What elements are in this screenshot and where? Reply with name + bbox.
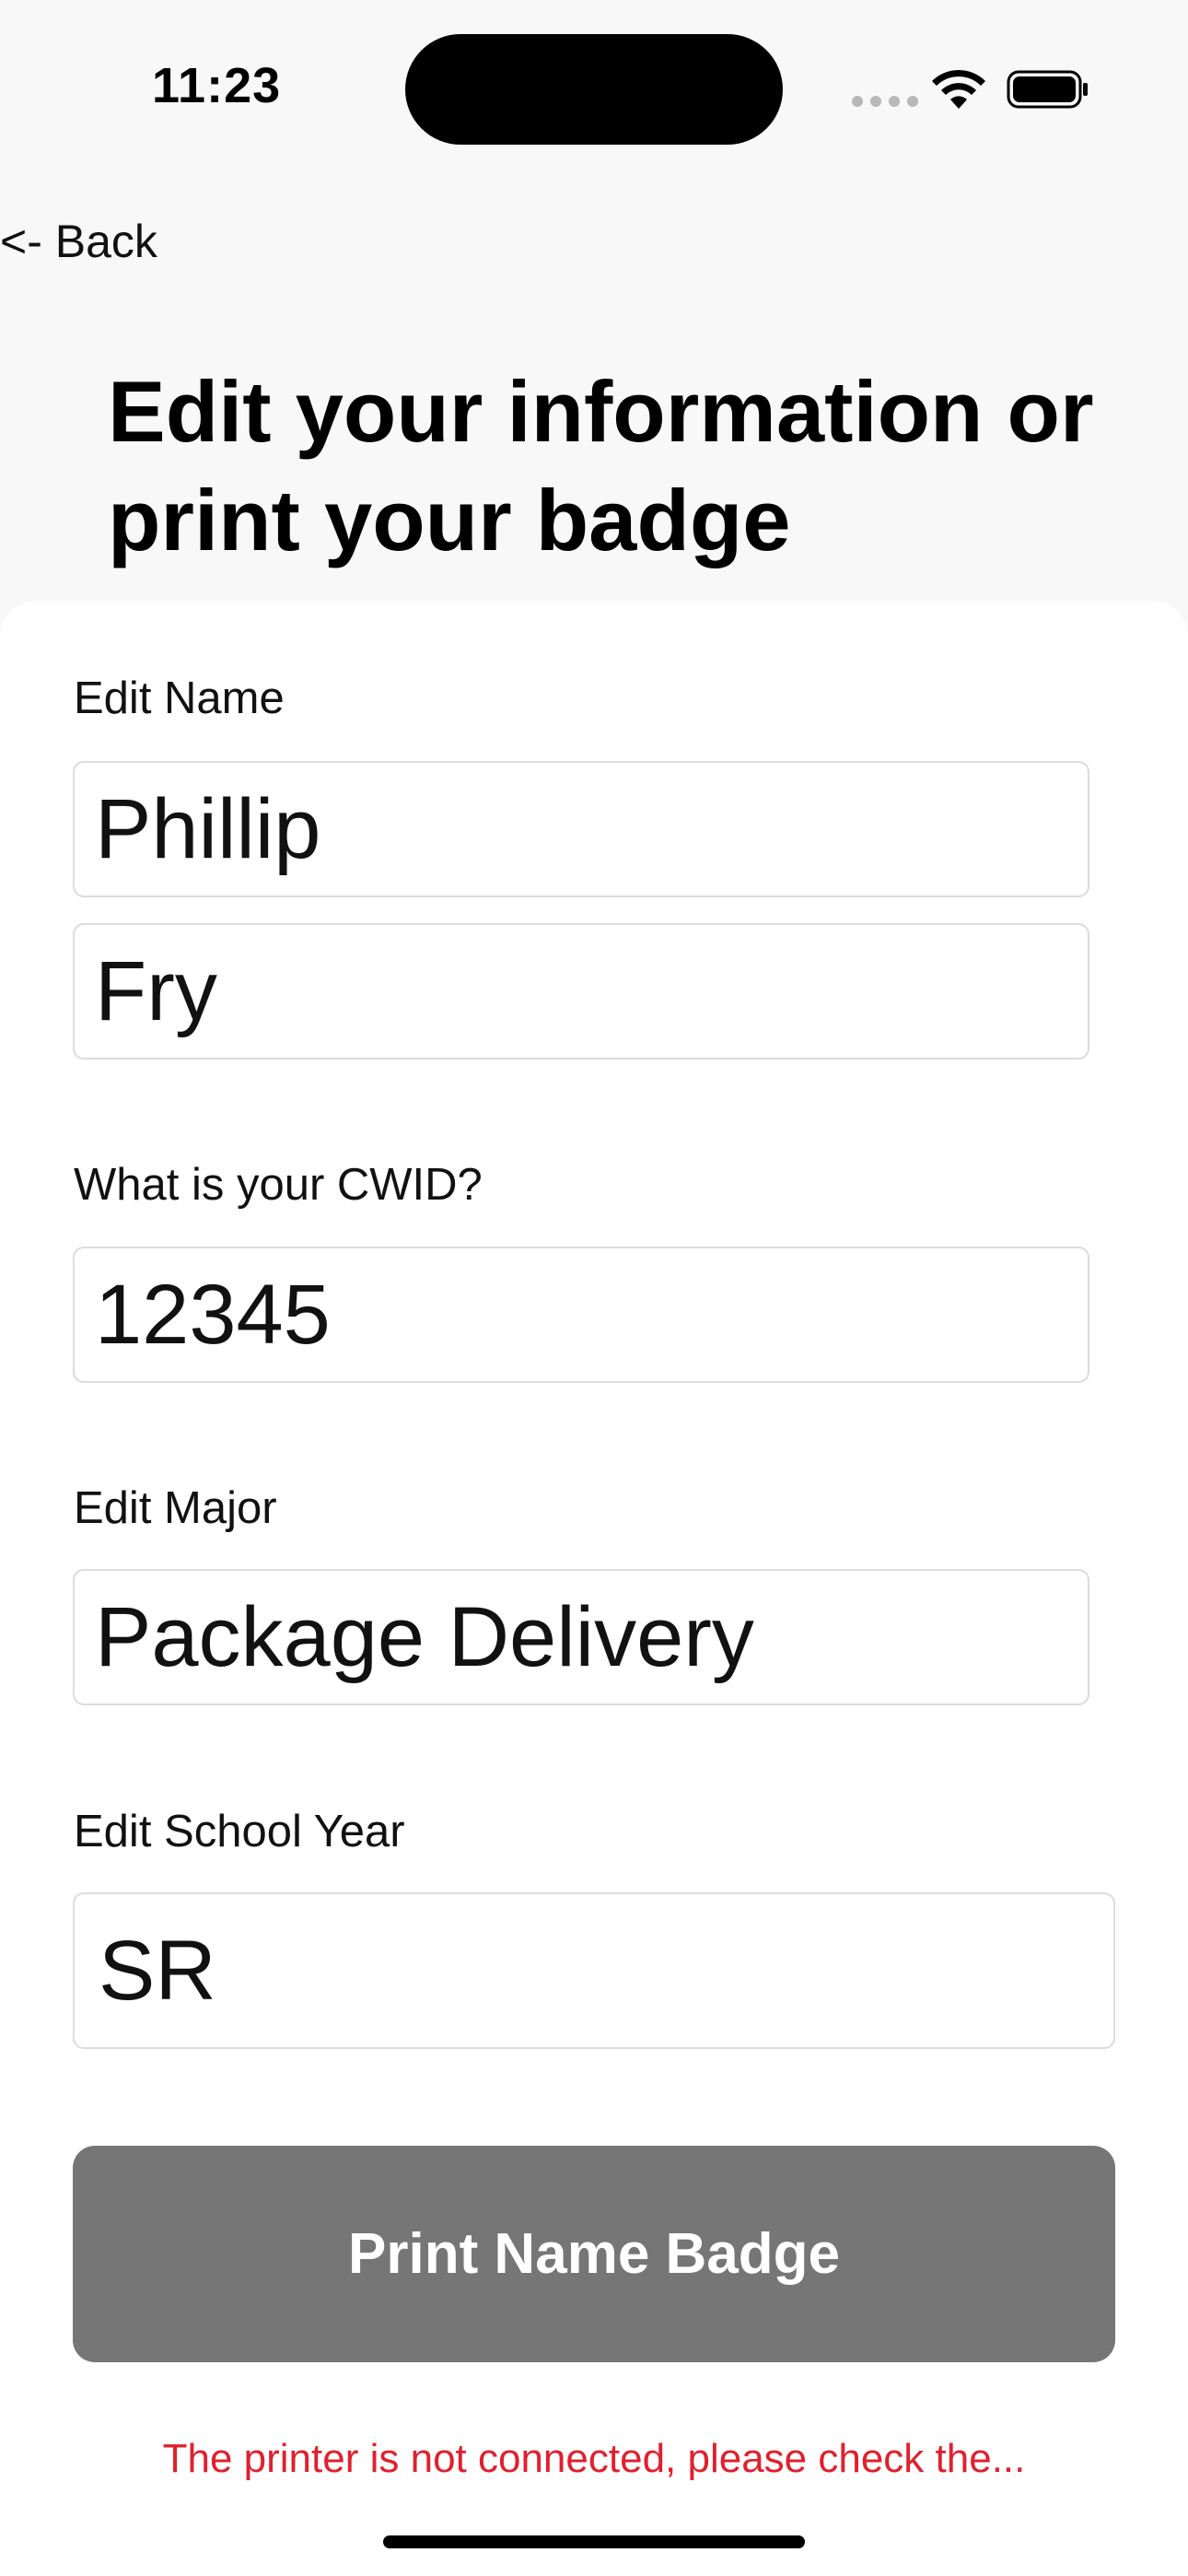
edit-school-year-label: Edit School Year bbox=[74, 1807, 405, 1856]
school-year-field[interactable] bbox=[73, 1892, 1115, 2049]
signal-icon bbox=[852, 96, 918, 107]
cwid-field[interactable] bbox=[73, 1247, 1089, 1383]
major-field[interactable] bbox=[73, 1569, 1089, 1705]
dynamic-island bbox=[405, 34, 783, 145]
wifi-icon bbox=[932, 69, 985, 109]
page-title: Edit your information or print your badg… bbox=[108, 363, 1094, 568]
printer-error-message: The printer is not connected, please che… bbox=[162, 2436, 1026, 2481]
edit-major-label: Edit Major bbox=[74, 1483, 277, 1533]
battery-icon bbox=[1007, 70, 1088, 109]
back-button[interactable]: <- Back bbox=[0, 215, 157, 268]
last-name-field[interactable] bbox=[73, 923, 1089, 1060]
edit-name-label: Edit Name bbox=[74, 673, 285, 723]
cwid-label: What is your CWID? bbox=[74, 1160, 483, 1210]
first-name-field[interactable] bbox=[73, 761, 1089, 897]
home-indicator[interactable] bbox=[383, 2535, 805, 2548]
print-name-badge-button[interactable]: Print Name Badge bbox=[73, 2146, 1115, 2362]
status-time: 11:23 bbox=[152, 58, 282, 113]
status-bar: 11:23 bbox=[0, 0, 1188, 175]
